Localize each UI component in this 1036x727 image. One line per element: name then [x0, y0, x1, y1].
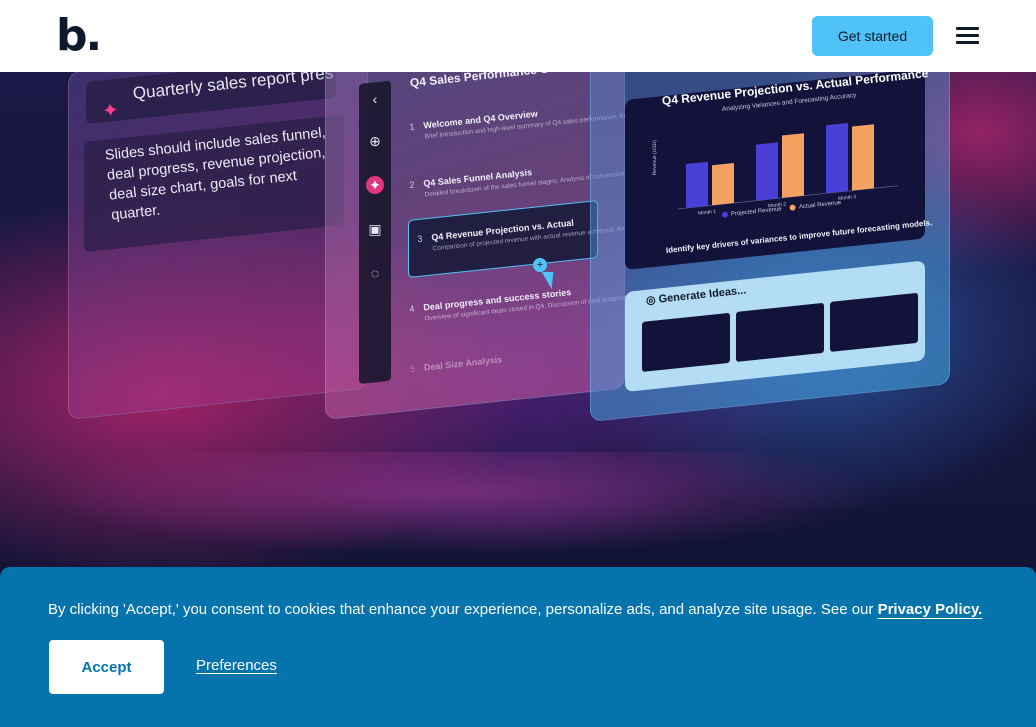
brand-logo[interactable]: b.	[56, 14, 102, 58]
bar-projected-revenue	[756, 142, 778, 201]
y-axis-label: Revenue (USD)	[652, 139, 658, 175]
bar-actual-revenue	[852, 124, 874, 191]
sparkle-icon: ✦	[100, 99, 120, 123]
cookie-message: By clicking 'Accept,' you consent to coo…	[48, 601, 878, 618]
hamburger-menu-icon[interactable]	[956, 27, 979, 45]
site-header: b. Get started	[0, 0, 1036, 72]
back-chevron-icon: ‹	[372, 91, 378, 107]
privacy-policy-link[interactable]: Privacy Policy.	[878, 601, 983, 618]
ai-sparkle-icon: ✦	[366, 176, 384, 194]
idea-thumbnail	[642, 312, 730, 372]
bar-actual-revenue	[712, 162, 734, 206]
legend-swatch-actual	[789, 204, 797, 211]
legend-swatch-projected	[721, 211, 729, 218]
bar-projected-revenue	[826, 122, 848, 194]
add-icon: ⊕	[369, 133, 381, 149]
lightbulb-icon: ◌	[370, 265, 380, 281]
idea-thumbnail	[830, 292, 918, 352]
accept-button[interactable]: Accept	[49, 640, 164, 694]
preferences-link[interactable]: Preferences	[196, 657, 277, 674]
slides-icon: ▣	[368, 221, 382, 237]
x-tick-label: Month 1	[698, 209, 716, 217]
cookie-banner: By clicking 'Accept,' you consent to coo…	[0, 567, 1036, 727]
bar-actual-revenue	[782, 133, 804, 198]
idea-thumbnail	[736, 302, 824, 362]
cookie-consent-text: By clicking 'Accept,' you consent to coo…	[48, 601, 982, 618]
get-started-button[interactable]: Get started	[812, 16, 933, 56]
bar-projected-revenue	[686, 161, 708, 209]
